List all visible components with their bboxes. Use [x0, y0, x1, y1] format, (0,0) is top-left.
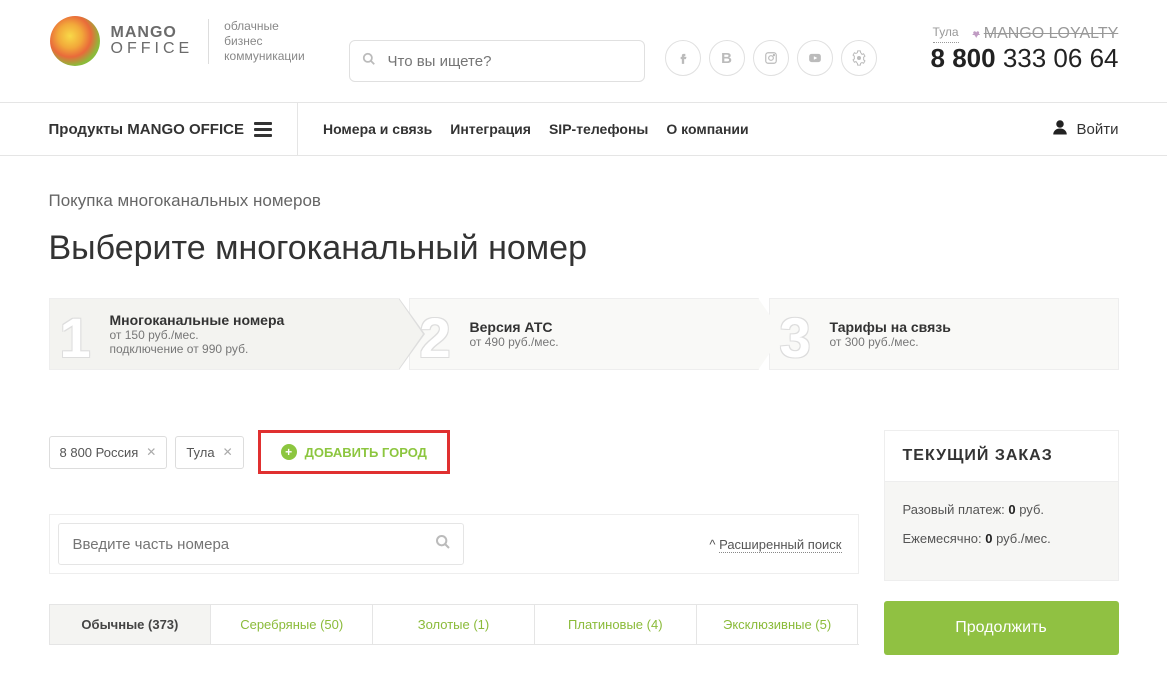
add-city-label: ДОБАВИТЬ ГОРОД [305, 445, 427, 460]
main-nav: Номера и связь Интеграция SIP-телефоны О… [298, 103, 749, 155]
nav-numbers[interactable]: Номера и связь [323, 121, 432, 137]
tagline: облачные бизнес коммуникации [208, 19, 305, 64]
tab-platinum[interactable]: Платиновые (4) [535, 604, 697, 644]
chip-close-icon[interactable]: ✕ [223, 445, 233, 459]
settings-icon[interactable] [841, 40, 877, 76]
step-1-title: Многоканальные номера [110, 312, 285, 328]
steps-wizard: 1 Многоканальные номера от 150 руб./мес.… [49, 298, 1119, 370]
tab-gold[interactable]: Золотые (1) [373, 604, 535, 644]
tab-regular[interactable]: Обычные (373) [49, 604, 212, 644]
step-2[interactable]: 2 Версия АТС от 490 руб./мес. [409, 298, 759, 370]
loyalty-text: MANGO LOYALTY [984, 25, 1119, 43]
chip-tula[interactable]: Тула ✕ [175, 436, 243, 469]
burger-icon [254, 119, 272, 140]
continue-button[interactable]: Продолжить [884, 601, 1119, 655]
loyalty-link[interactable]: ♥ MANGO LOYALTY [973, 25, 1119, 43]
chip-russia[interactable]: 8 800 Россия ✕ [49, 436, 168, 469]
search-icon[interactable] [435, 534, 451, 555]
order-summary: ТЕКУЩИЙ ЗАКАЗ Разовый платеж: 0 руб. Еже… [884, 430, 1119, 581]
add-city-button[interactable]: + ДОБАВИТЬ ГОРОД [273, 438, 435, 466]
nav-sip[interactable]: SIP-телефоны [549, 121, 648, 137]
number-search[interactable] [58, 523, 464, 565]
order-header: ТЕКУЩИЙ ЗАКАЗ [885, 431, 1118, 482]
contact-block: Тула ♥ MANGO LOYALTY 8 800 333 06 64 [931, 15, 1119, 74]
city-chips: 8 800 Россия ✕ Тула ✕ + ДОБАВИТЬ ГОРОД [49, 430, 859, 474]
login-label: Войти [1077, 121, 1119, 138]
vk-icon[interactable]: B [709, 40, 745, 76]
number-search-row: ^ Расширенный поиск [49, 514, 859, 574]
page-title: Выберите многоканальный номер [49, 229, 1119, 268]
step-1[interactable]: 1 Многоканальные номера от 150 руб./мес.… [49, 298, 399, 370]
step-3-title: Тарифы на связь [830, 319, 951, 335]
phone-number: 8 800 333 06 64 [931, 43, 1119, 74]
city-selector[interactable]: Тула [933, 25, 959, 43]
order-row-monthly: Ежемесячно: 0 руб./мес. [903, 531, 1100, 546]
tab-exclusive[interactable]: Эксклюзивные (5) [697, 604, 859, 644]
step-2-title: Версия АТС [470, 319, 559, 335]
facebook-icon[interactable] [665, 40, 701, 76]
social-links: B [665, 40, 877, 76]
instagram-icon[interactable] [753, 40, 789, 76]
global-search[interactable] [349, 40, 645, 82]
tab-silver[interactable]: Серебряные (50) [211, 604, 373, 644]
logo[interactable]: MANGO OFFICE облачные бизнес коммуникаци… [49, 15, 349, 67]
plus-icon: + [281, 444, 297, 460]
number-search-input[interactable] [71, 535, 435, 554]
step-3[interactable]: 3 Тарифы на связь от 300 руб./мес. [769, 298, 1119, 370]
nav-about[interactable]: О компании [666, 121, 748, 137]
advanced-search[interactable]: ^ Расширенный поиск [709, 537, 849, 552]
heart-icon: ♥ [973, 27, 980, 41]
login-button[interactable]: Войти [1051, 118, 1119, 141]
logo-icon [49, 15, 101, 67]
nav-integration[interactable]: Интеграция [450, 121, 531, 137]
user-icon [1051, 118, 1069, 141]
add-city-highlight: + ДОБАВИТЬ ГОРОД [258, 430, 450, 474]
search-input[interactable] [386, 52, 632, 71]
chip-close-icon[interactable]: ✕ [146, 445, 156, 459]
brand-name: MANGO [111, 25, 194, 40]
search-icon [362, 52, 376, 71]
youtube-icon[interactable] [797, 40, 833, 76]
order-row-once: Разовый платеж: 0 руб. [903, 502, 1100, 517]
brand-sub: OFFICE [111, 40, 194, 58]
breadcrumb: Покупка многоканальных номеров [49, 156, 1119, 219]
number-type-tabs: Обычные (373) Серебряные (50) Золотые (1… [49, 604, 859, 645]
products-menu[interactable]: Продукты MANGO OFFICE [49, 103, 298, 155]
products-label: Продукты MANGO OFFICE [49, 121, 244, 138]
